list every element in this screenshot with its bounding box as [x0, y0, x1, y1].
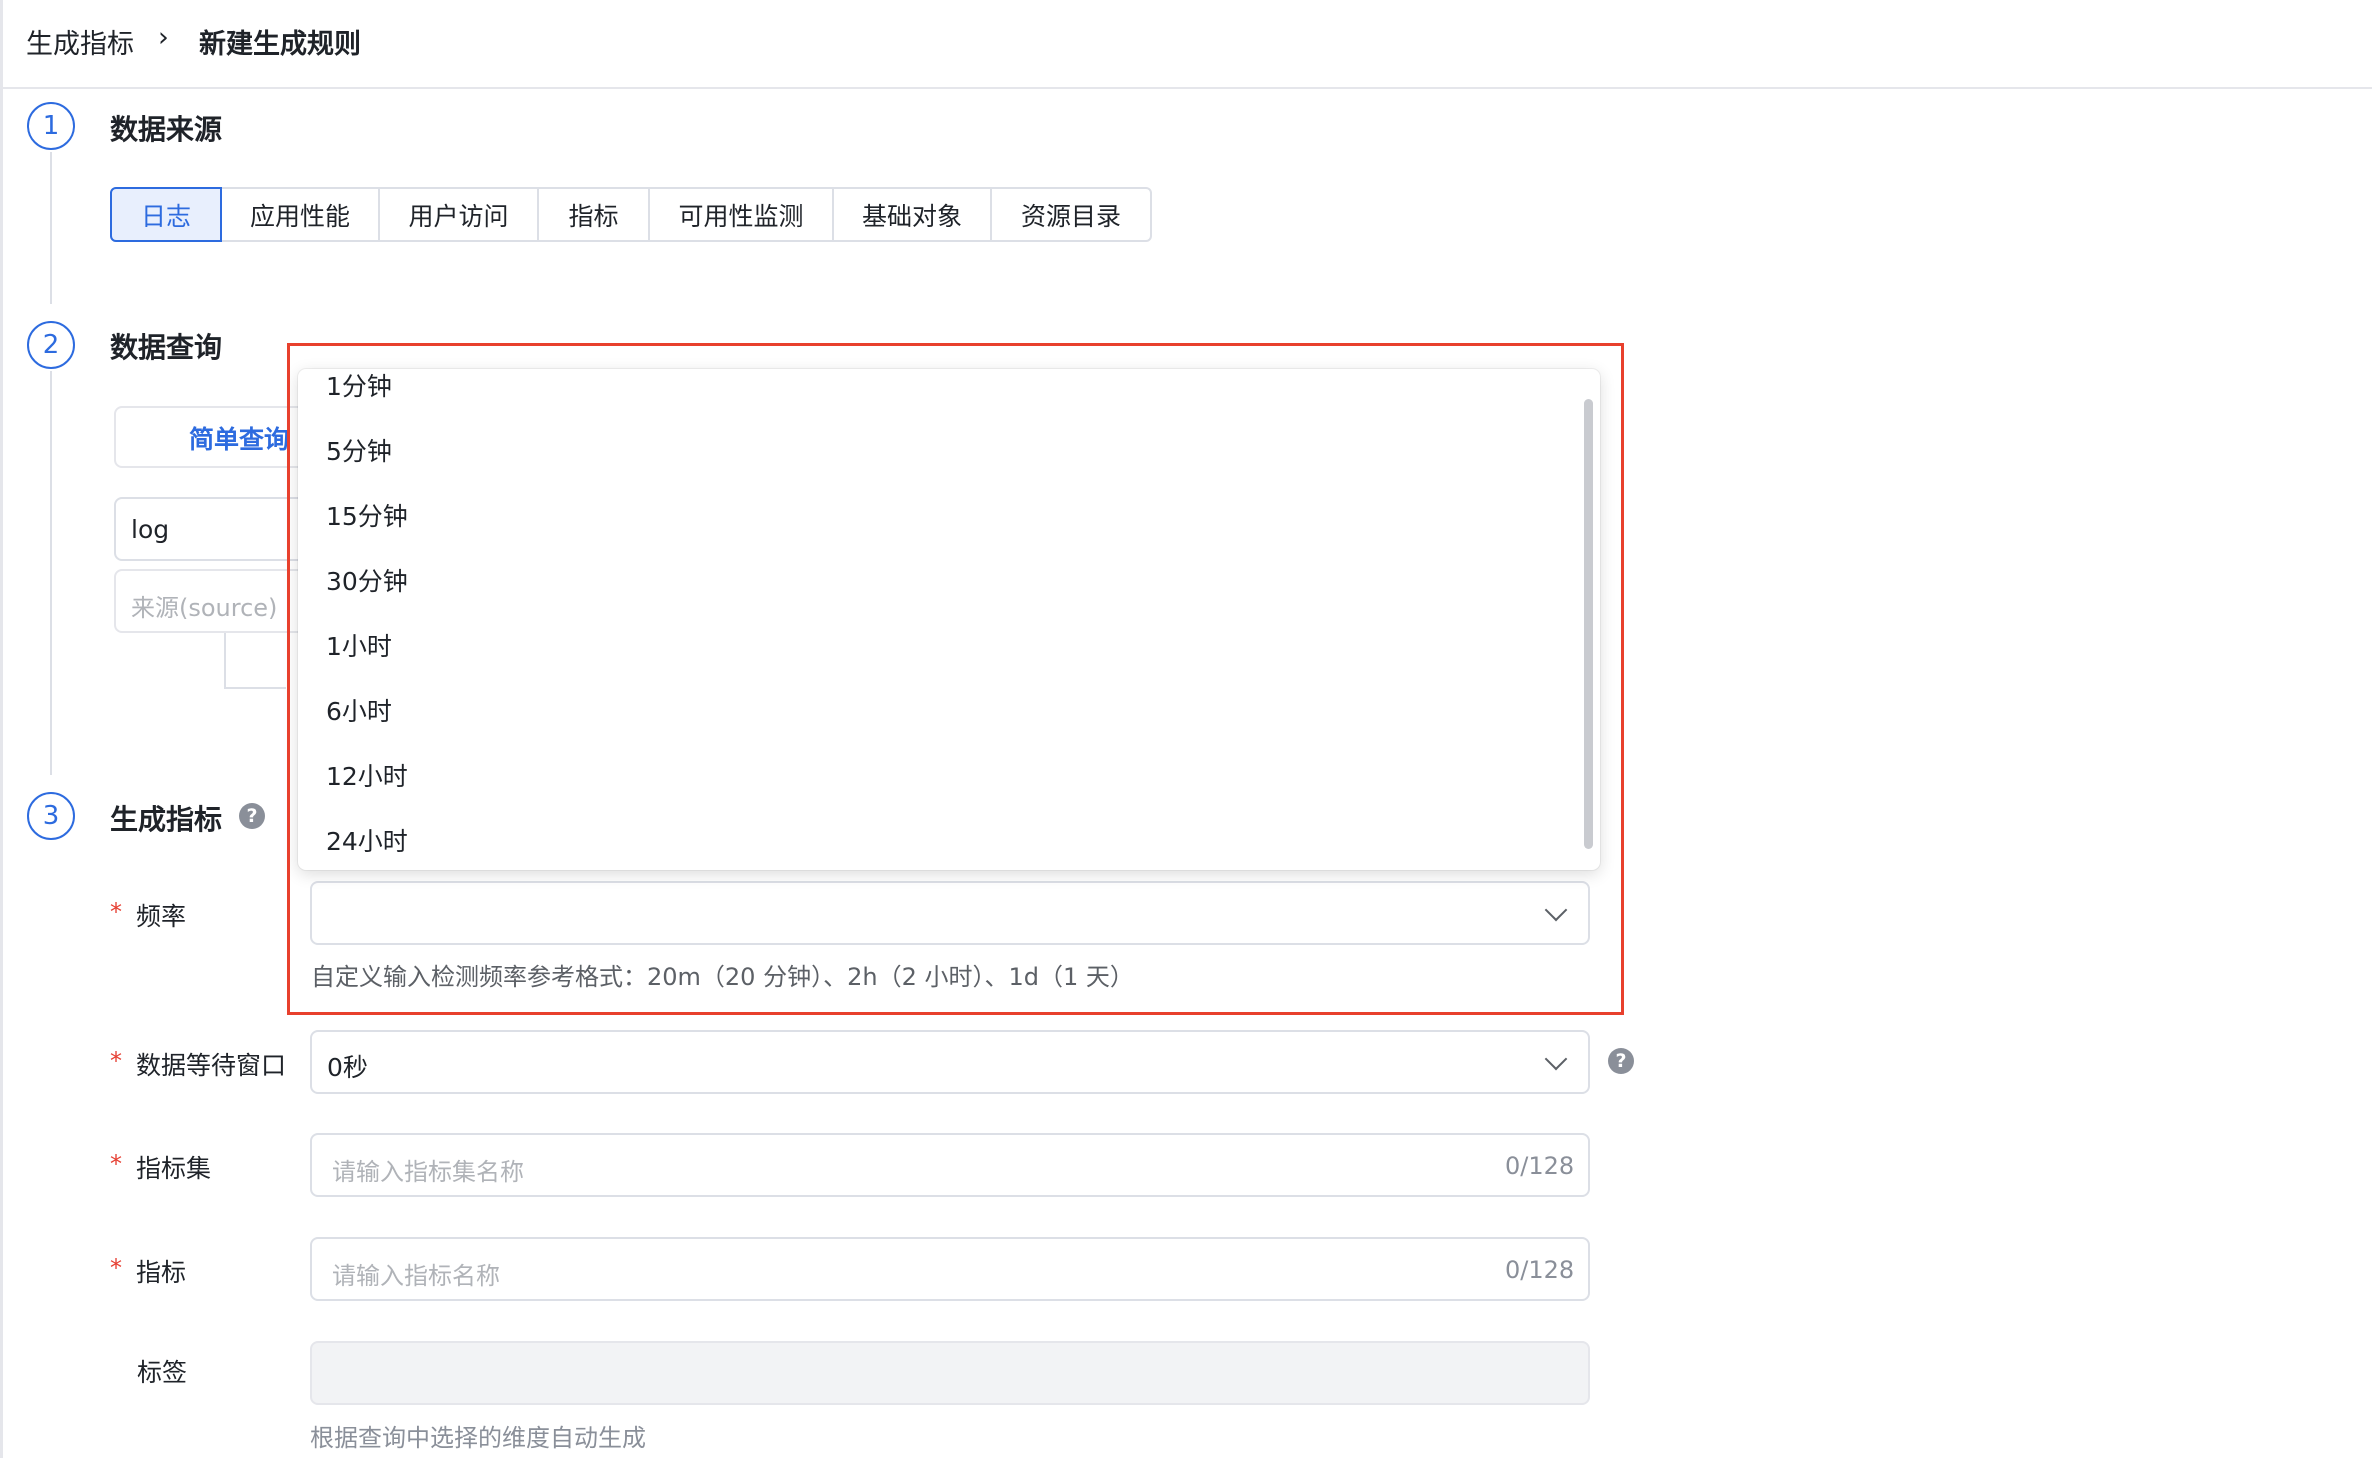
step-connector [50, 371, 52, 775]
required-mark: * [110, 1150, 122, 1178]
required-mark: * [110, 1047, 122, 1075]
highlight-box [287, 343, 1624, 1015]
tags-label: 标签 [137, 1358, 188, 1387]
help-icon[interactable]: ? [239, 803, 265, 829]
tab-infra-objects[interactable]: 基础对象 [834, 189, 992, 240]
metric-set-label: 指标集 [136, 1154, 212, 1183]
step-2-indicator: 2 [27, 321, 75, 369]
metric-set-placeholder: 请输入指标集名称 [332, 1158, 524, 1186]
query-tree-connector [224, 633, 286, 689]
source-placeholder: 来源(source) [131, 594, 278, 622]
metric-set-counter: 0/128 [1505, 1152, 1575, 1180]
breadcrumb-root-link[interactable]: 生成指标 [26, 22, 134, 61]
frequency-label: 频率 [136, 902, 187, 931]
step-3-indicator: 3 [27, 792, 75, 840]
breadcrumb-current: 新建生成规则 [199, 29, 361, 60]
tab-synthetic[interactable]: 可用性监测 [650, 189, 834, 240]
wait-window-value: 0秒 [327, 1053, 368, 1082]
tab-metrics[interactable]: 指标 [539, 189, 650, 240]
step-2-title: 数据查询 [110, 331, 223, 364]
metric-input[interactable] [310, 1237, 1590, 1301]
left-border [0, 89, 3, 1458]
tab-apm[interactable]: 应用性能 [222, 189, 380, 240]
wait-window-select[interactable] [310, 1030, 1590, 1094]
step-1-title: 数据来源 [110, 113, 223, 146]
tab-rum[interactable]: 用户访问 [380, 189, 539, 240]
tab-resource-catalog[interactable]: 资源目录 [992, 189, 1150, 240]
wait-window-label: 数据等待窗口 [136, 1051, 287, 1080]
required-mark: * [110, 1254, 122, 1282]
metric-label: 指标 [136, 1258, 187, 1287]
data-source-value: log [131, 515, 170, 544]
step-connector [50, 152, 52, 304]
step-3-title: 生成指标 [110, 803, 223, 836]
tab-log[interactable]: 日志 [110, 187, 222, 242]
source-tabs: 日志 应用性能 用户访问 指标 可用性监测 基础对象 资源目录 [110, 187, 1152, 242]
required-mark: * [110, 898, 122, 926]
step-1-indicator: 1 [27, 102, 75, 150]
metric-placeholder: 请输入指标名称 [332, 1262, 500, 1290]
tags-hint: 根据查询中选择的维度自动生成 [310, 1424, 646, 1452]
help-icon[interactable]: ? [1608, 1048, 1634, 1074]
simple-query-tab[interactable]: 简单查询 [189, 420, 289, 456]
breadcrumb-separator-icon: › [158, 22, 169, 53]
metric-counter: 0/128 [1505, 1256, 1575, 1284]
tags-field [310, 1341, 1590, 1405]
